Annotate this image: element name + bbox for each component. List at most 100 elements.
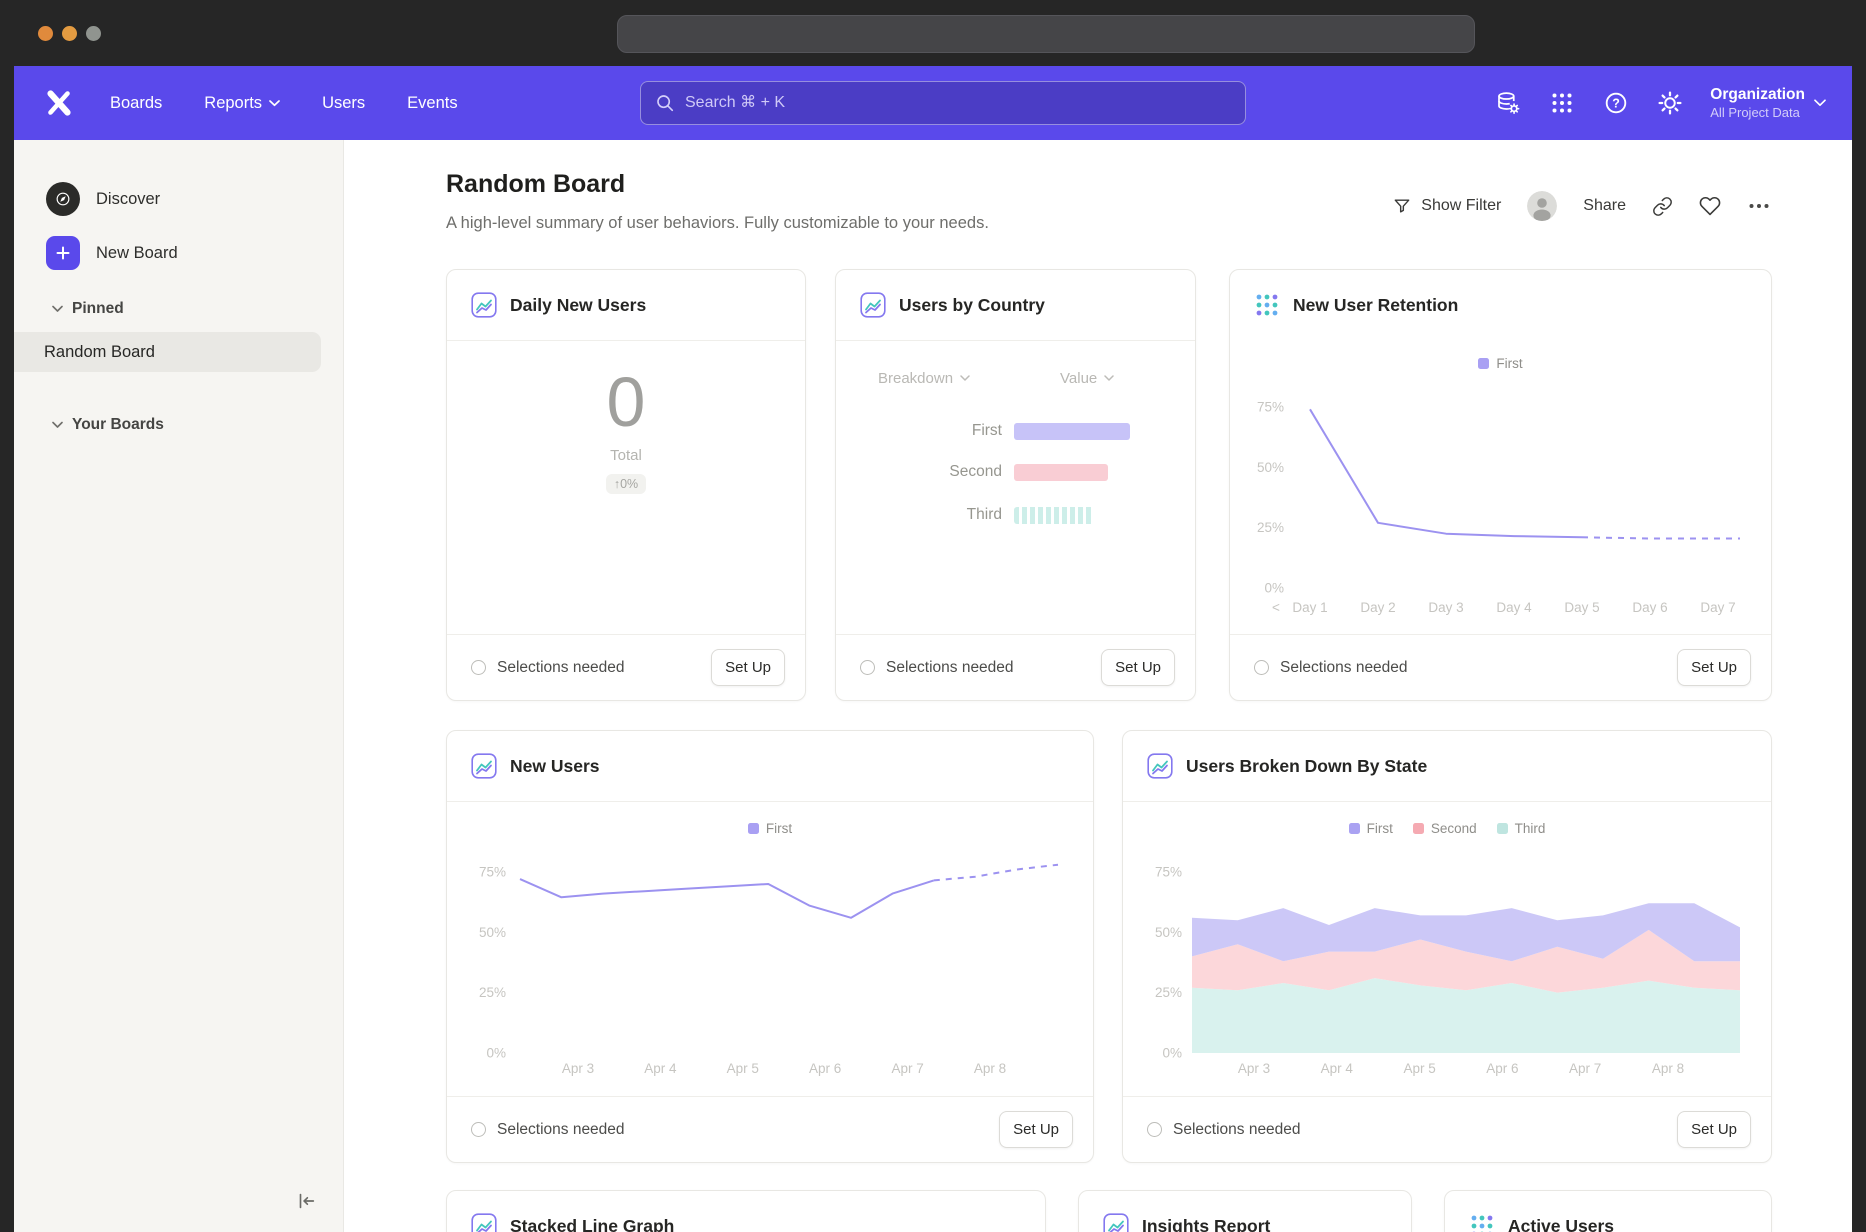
card-title: Active Users <box>1508 1216 1614 1232</box>
sidebar-item-discover[interactable]: Discover <box>46 182 160 216</box>
org-switcher[interactable]: Organization All Project Data <box>1710 85 1826 121</box>
svg-text:50%: 50% <box>1257 460 1284 475</box>
nav-item-events[interactable]: Events <box>407 94 457 113</box>
top-nav: Boards Reports Users Events <box>14 66 1852 140</box>
svg-text:75%: 75% <box>1257 399 1284 414</box>
nav-item-label: Users <box>322 94 365 113</box>
help-icon[interactable]: ? <box>1602 89 1630 117</box>
chevron-down-icon <box>269 100 280 107</box>
collapse-sidebar-icon[interactable] <box>293 1188 319 1214</box>
card-stacked-line-graph: Stacked Line Graph <box>446 1190 1046 1232</box>
avatar[interactable] <box>1527 191 1557 221</box>
favorite-heart-icon[interactable] <box>1699 195 1721 217</box>
more-options-icon[interactable] <box>1747 194 1771 218</box>
state-chart: 0%25%50%75%Apr 3Apr 4Apr 5Apr 6Apr 7Apr … <box>1142 841 1754 1085</box>
url-bar[interactable] <box>617 15 1475 53</box>
svg-text:<: < <box>1272 600 1280 615</box>
board-actions: Show Filter Share <box>1392 186 1771 226</box>
svg-text:Day 2: Day 2 <box>1360 600 1395 615</box>
status-text: Selections needed <box>1254 659 1408 677</box>
svg-text:Day 6: Day 6 <box>1632 600 1667 615</box>
app-window: Boards Reports Users Events <box>14 66 1852 1232</box>
line-chart-icon <box>1147 753 1173 779</box>
chart-legend: First <box>1230 356 1771 371</box>
section-label: Your Boards <box>72 416 164 434</box>
page-subtitle: A high-level summary of user behaviors. … <box>446 214 989 233</box>
nav-item-boards[interactable]: Boards <box>110 94 162 113</box>
settings-gear-icon[interactable] <box>1656 89 1684 117</box>
svg-text:Apr 8: Apr 8 <box>1652 1061 1684 1076</box>
country-row: Second <box>860 463 1108 481</box>
org-name: Organization <box>1710 85 1805 104</box>
legend-item: Second <box>1413 821 1477 836</box>
show-filter-button[interactable]: Show Filter <box>1392 196 1501 216</box>
status-text: Selections needed <box>860 659 1014 677</box>
setup-button[interactable]: Set Up <box>1101 649 1175 686</box>
minimize-window-button[interactable] <box>62 26 77 41</box>
status-label: Selections needed <box>497 659 625 677</box>
bar-third <box>1014 507 1094 524</box>
zoom-window-button[interactable] <box>86 26 101 41</box>
svg-text:?: ? <box>1612 96 1620 110</box>
sidebar-item-new-board[interactable]: New Board <box>46 236 178 270</box>
svg-text:Apr 5: Apr 5 <box>727 1061 759 1076</box>
svg-text:0%: 0% <box>1162 1046 1182 1061</box>
divider <box>447 801 1093 802</box>
svg-text:Apr 7: Apr 7 <box>891 1061 923 1076</box>
status-label: Selections needed <box>886 659 1014 677</box>
row-label: Second <box>860 463 1002 481</box>
svg-text:25%: 25% <box>1155 985 1182 1000</box>
sidebar-section-your-boards[interactable]: Your Boards <box>52 416 164 434</box>
breakdown-dropdown[interactable]: Breakdown <box>878 370 970 387</box>
setup-button[interactable]: Set Up <box>999 1111 1073 1148</box>
svg-text:25%: 25% <box>1257 520 1284 535</box>
chart-legend: First <box>447 821 1093 836</box>
bar-first <box>1014 423 1130 440</box>
data-management-icon[interactable] <box>1494 89 1522 117</box>
status-text: Selections needed <box>471 1121 625 1139</box>
svg-text:50%: 50% <box>1155 925 1182 940</box>
sidebar-item-label: Discover <box>96 190 160 209</box>
card-users-by-country: Users by Country Breakdown Value First S… <box>835 269 1196 701</box>
svg-text:Apr 5: Apr 5 <box>1403 1061 1435 1076</box>
nav-item-label: Events <box>407 94 457 113</box>
apps-grid-icon[interactable] <box>1548 89 1576 117</box>
sidebar-item-random-board[interactable]: Random Board <box>14 332 321 372</box>
dropdown-label: Value <box>1060 370 1097 387</box>
divider <box>1123 801 1771 802</box>
bar-second <box>1014 464 1108 481</box>
nav-item-users[interactable]: Users <box>322 94 365 113</box>
country-row: Third <box>860 506 1094 524</box>
mixpanel-logo-icon[interactable] <box>46 90 72 116</box>
dots-grid-icon <box>1254 292 1280 318</box>
chevron-down-icon <box>52 305 63 313</box>
svg-text:Apr 6: Apr 6 <box>1486 1061 1518 1076</box>
metric-delta-badge: ↑0% <box>606 474 646 494</box>
line-chart-icon <box>471 1213 497 1232</box>
share-button[interactable]: Share <box>1583 197 1626 215</box>
card-title: Users Broken Down By State <box>1186 756 1427 777</box>
svg-text:0%: 0% <box>486 1046 506 1061</box>
sidebar-section-pinned[interactable]: Pinned <box>52 300 124 318</box>
svg-text:Apr 4: Apr 4 <box>1321 1061 1354 1076</box>
status-circle-icon <box>1147 1122 1162 1137</box>
svg-text:0%: 0% <box>1264 581 1284 596</box>
close-window-button[interactable] <box>38 26 53 41</box>
value-dropdown[interactable]: Value <box>1060 370 1114 387</box>
chevron-down-icon <box>1814 99 1826 107</box>
global-search[interactable] <box>640 81 1246 125</box>
row-label: First <box>860 422 1002 440</box>
copy-link-icon[interactable] <box>1652 196 1673 217</box>
svg-text:Day 3: Day 3 <box>1428 600 1463 615</box>
card-daily-new-users: Daily New Users 0 Total ↑0% Selections n… <box>446 269 806 701</box>
setup-button[interactable]: Set Up <box>711 649 785 686</box>
plus-icon <box>46 236 80 270</box>
divider <box>836 340 1195 341</box>
card-footer: Selections needed Set Up <box>836 634 1195 700</box>
nav-item-reports[interactable]: Reports <box>204 94 280 113</box>
search-input[interactable] <box>685 94 1231 112</box>
show-filter-label: Show Filter <box>1421 197 1501 215</box>
setup-button[interactable]: Set Up <box>1677 649 1751 686</box>
setup-button[interactable]: Set Up <box>1677 1111 1751 1148</box>
card-header: Users Broken Down By State <box>1123 731 1771 801</box>
